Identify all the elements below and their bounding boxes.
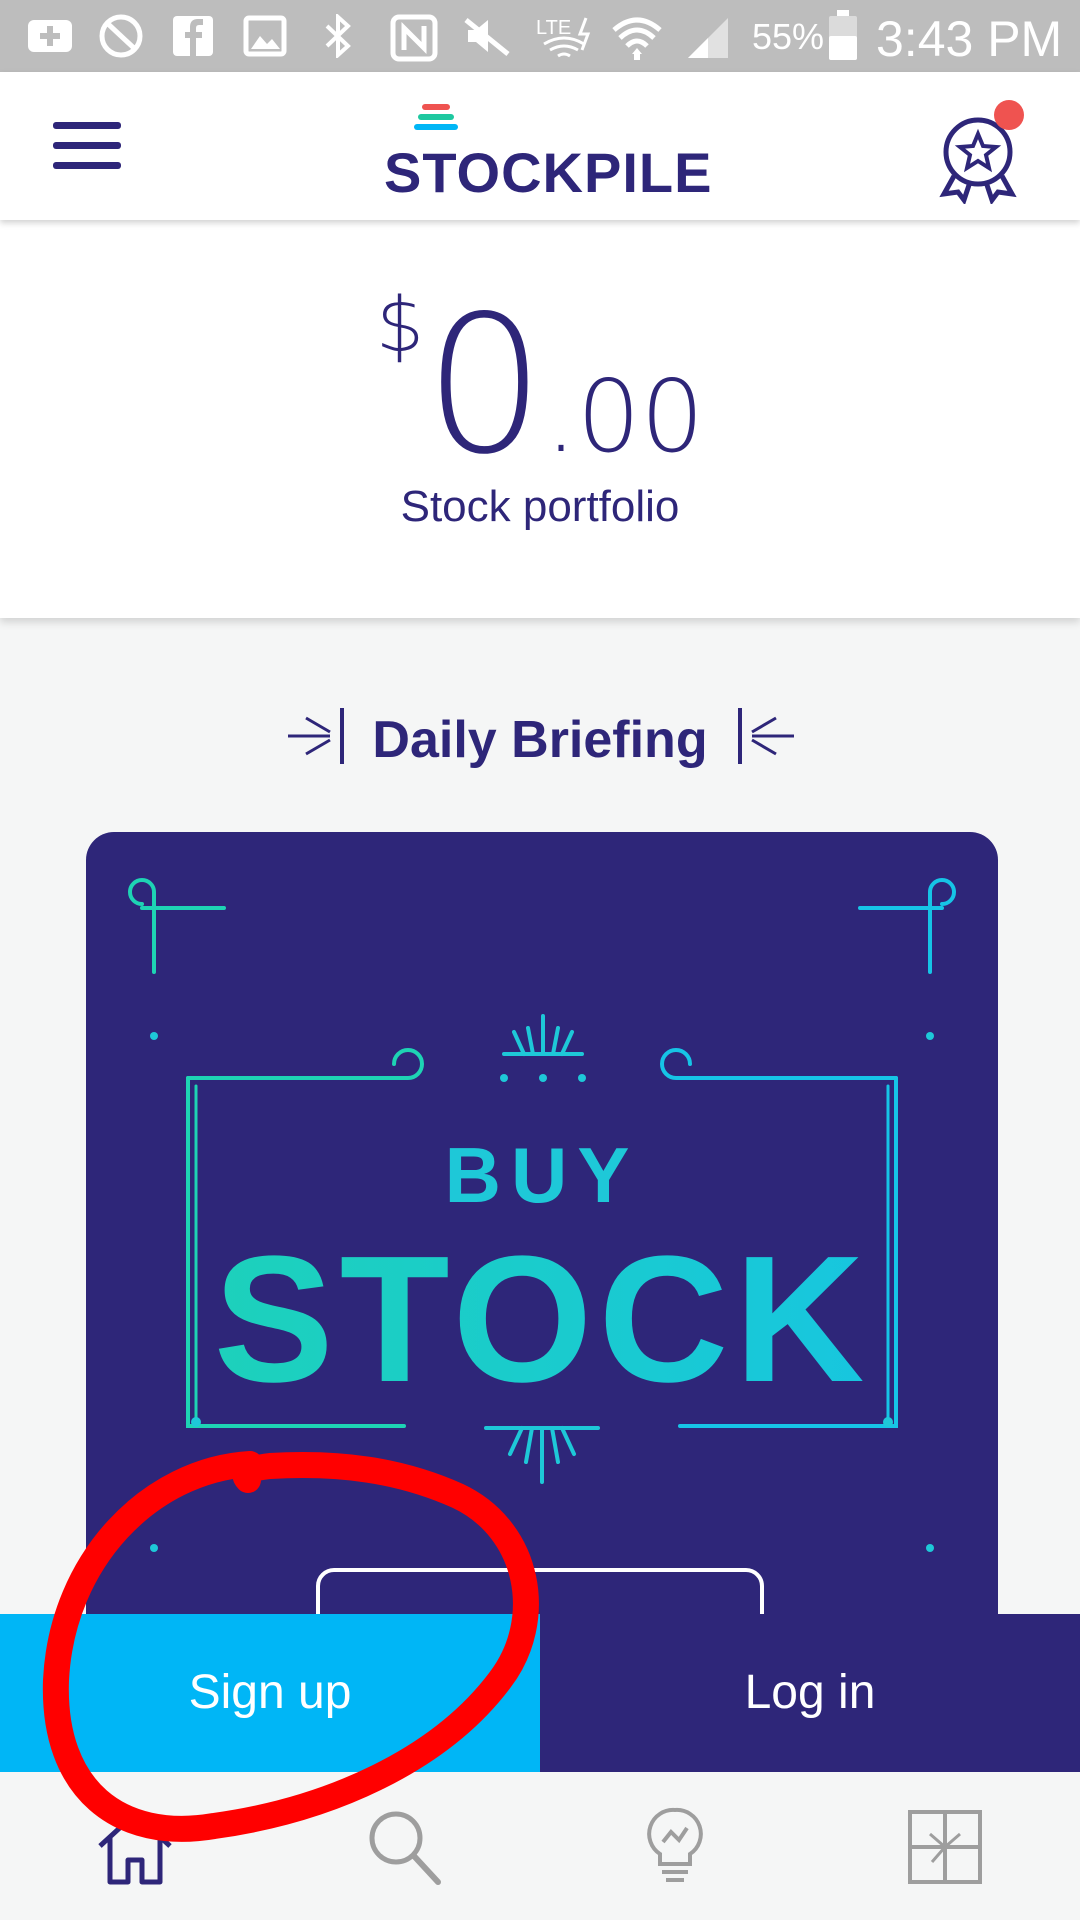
portfolio-balance: $0.00 bbox=[0, 280, 1080, 481]
home-icon[interactable] bbox=[90, 1802, 180, 1892]
portfolio-label: Stock portfolio bbox=[400, 482, 680, 531]
bottom-nav bbox=[0, 1772, 1080, 1920]
nfc-icon bbox=[390, 14, 438, 62]
mute-icon bbox=[464, 18, 510, 56]
card-buy-text: BUY bbox=[444, 1131, 640, 1219]
daily-briefing-title: Daily Briefing bbox=[372, 711, 708, 769]
award-badge-icon[interactable] bbox=[934, 100, 1030, 206]
signal-icon bbox=[688, 18, 728, 58]
lte-icon: LTE bbox=[536, 17, 591, 58]
search-icon[interactable] bbox=[358, 1802, 448, 1892]
svg-text:LTE: LTE bbox=[536, 17, 571, 39]
notification-badge bbox=[994, 100, 1024, 130]
logo-stack-icon bbox=[414, 104, 458, 130]
facebook-icon bbox=[173, 16, 213, 56]
hamburger-menu-icon[interactable] bbox=[50, 118, 124, 174]
clock: 3:43 PM bbox=[876, 11, 1063, 67]
card-stock-text: STOCK bbox=[86, 1216, 998, 1423]
app-header: STOCKPILE bbox=[0, 72, 1080, 220]
portfolio-panel: $0.00 Stock portfolio bbox=[0, 220, 1080, 618]
logo-text: STOCKPILE bbox=[384, 141, 713, 204]
stockpile-logo: STOCKPILE bbox=[384, 102, 711, 204]
right-burst-icon bbox=[738, 708, 794, 764]
signup-button[interactable]: Sign up bbox=[0, 1614, 540, 1772]
balance-cents: .00 bbox=[545, 358, 705, 475]
bluetooth-icon bbox=[325, 14, 351, 58]
no-eye-icon bbox=[99, 14, 143, 58]
image-icon bbox=[243, 15, 287, 57]
currency-symbol: $ bbox=[375, 280, 425, 369]
auth-bar: Sign up Log in bbox=[0, 1614, 1080, 1772]
battery-icon bbox=[829, 10, 857, 60]
status-bar: LTE 55% 3:43 PM bbox=[0, 0, 1080, 72]
add-icon bbox=[28, 20, 72, 52]
ideas-icon[interactable] bbox=[630, 1802, 720, 1892]
wifi-icon bbox=[612, 17, 662, 60]
gift-icon[interactable] bbox=[900, 1802, 990, 1892]
login-button[interactable]: Log in bbox=[540, 1614, 1080, 1772]
balance-whole: 0 bbox=[424, 275, 546, 496]
battery-percent: 55% bbox=[752, 16, 825, 57]
daily-briefing-header: Daily Briefing bbox=[0, 700, 1080, 778]
